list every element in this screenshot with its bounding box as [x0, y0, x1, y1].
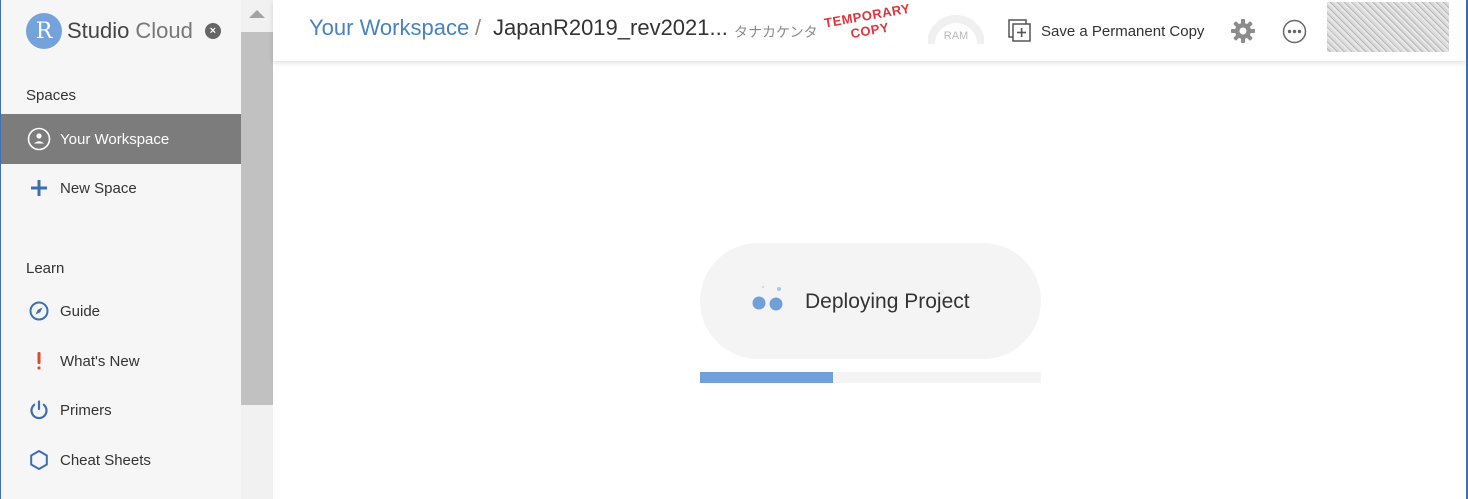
plus-icon: [27, 176, 51, 200]
compass-icon: [27, 299, 51, 323]
sidebar-item-label: Guide: [60, 302, 101, 320]
hexagon-icon: [27, 448, 51, 472]
logo-studio-text: Studio: [67, 18, 130, 43]
sidebar-item-new-space[interactable]: New Space: [1, 163, 241, 213]
project-title[interactable]: JapanR2019_rev2021...: [493, 15, 728, 41]
deploying-status-panel: Deploying Project: [700, 243, 1041, 359]
deploying-project-text: Deploying Project: [805, 290, 970, 313]
ram-gauge[interactable]: RAM: [927, 14, 985, 45]
sidebar-item-label: Cheat Sheets: [60, 451, 151, 469]
sidebar-item-label: What's New: [60, 352, 140, 370]
project-owner: タナカケンタ: [734, 24, 818, 40]
sidebar-item-your-workspace[interactable]: Your Workspace: [1, 114, 241, 164]
save-permanent-copy-button[interactable]: Save a Permanent Copy: [1008, 17, 1204, 45]
logo-r-badge: R: [26, 13, 62, 49]
gear-icon[interactable]: [1230, 18, 1256, 44]
sidebar-item-guide[interactable]: Guide: [1, 286, 241, 336]
user-avatar[interactable]: [1327, 2, 1449, 52]
breadcrumb-separator: /: [475, 15, 482, 40]
deploy-progress-bar: [700, 372, 1041, 383]
sidebar-item-cheat-sheets[interactable]: Cheat Sheets: [1, 435, 241, 485]
temporary-copy-badge: TEMPORARY COPY: [823, 1, 914, 46]
sidebar-item-whats-new[interactable]: What's New: [1, 336, 241, 386]
sidebar: R Studio Cloud × Spaces Your Workspace N…: [1, 0, 241, 499]
loading-dots-icon: [752, 285, 783, 311]
close-sidebar-icon[interactable]: ×: [204, 23, 221, 39]
power-icon: [27, 398, 51, 422]
copy-plus-icon: [1008, 19, 1031, 42]
spaces-heading: Spaces: [26, 87, 77, 104]
logo-cloud-text: Cloud: [135, 18, 193, 43]
sidebar-item-label: New Space: [60, 179, 137, 197]
user-circle-icon: [27, 127, 51, 151]
sidebar-item-label: Your Workspace: [60, 130, 170, 148]
sidebar-item-label: Primers: [60, 401, 112, 419]
rstudio-cloud-logo[interactable]: R Studio Cloud ×: [26, 12, 221, 50]
save-button-label: Save a Permanent Copy: [1041, 22, 1205, 40]
ram-label: RAM: [943, 30, 969, 42]
sidebar-scrollbar[interactable]: [241, 0, 273, 499]
deploy-progress-fill: [700, 372, 833, 383]
sidebar-item-primers[interactable]: Primers: [1, 385, 241, 435]
project-header: Your Workspace / JapanR2019_rev2021... タ…: [273, 0, 1466, 61]
more-options-icon[interactable]: [1282, 19, 1307, 44]
scroll-up-arrow-icon[interactable]: [249, 10, 265, 18]
learn-heading: Learn: [26, 260, 65, 277]
exclamation-icon: [27, 349, 51, 373]
scrollbar-thumb[interactable]: [241, 32, 273, 405]
breadcrumb-your-workspace[interactable]: Your Workspace: [309, 15, 469, 41]
